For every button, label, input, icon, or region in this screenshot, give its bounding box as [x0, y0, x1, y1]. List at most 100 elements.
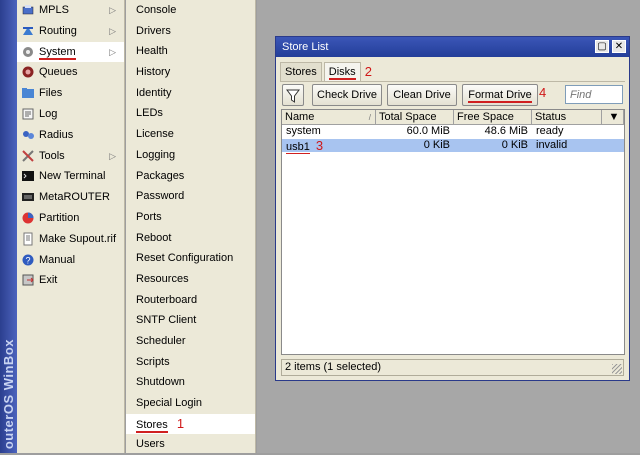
submenu-item-password[interactable]: Password — [126, 186, 255, 207]
terminal-icon — [21, 169, 35, 183]
exit-icon — [21, 273, 35, 287]
submenu-item-logging[interactable]: Logging — [126, 145, 255, 166]
submenu-item-drivers[interactable]: Drivers — [126, 21, 255, 42]
brand-text: outerOS WinBox — [1, 338, 16, 449]
menu-item-partition[interactable]: Partition — [17, 208, 124, 229]
filter-button[interactable] — [282, 84, 304, 106]
window-tabs: Stores Disks 2 — [280, 62, 372, 82]
menu-item-metarouter[interactable]: MetaROUTER — [17, 187, 124, 208]
queues-icon — [21, 65, 35, 79]
sort-icon: / — [368, 113, 371, 122]
tab-disks[interactable]: Disks — [323, 62, 361, 81]
metarouter-icon — [21, 190, 35, 204]
menu-item-files[interactable]: Files — [17, 83, 124, 104]
check-drive-button[interactable]: Check Drive — [312, 84, 382, 106]
store-list-window: Store List ▢ ✕ Stores Disks 2 Check Drive … — [275, 36, 630, 381]
help-icon: ? — [21, 253, 35, 267]
disks-table: Name / Total Space Free Space Status ▼ s… — [281, 109, 625, 355]
column-menu-icon[interactable]: ▼ — [602, 110, 624, 125]
cell-total-space: 0 KiB — [423, 138, 450, 151]
annotation-marker: 4 — [539, 85, 547, 100]
submenu-item-stores[interactable]: Stores 1 — [126, 413, 255, 435]
window-titlebar[interactable]: Store List ▢ ✕ — [276, 37, 629, 57]
menu-item-routing[interactable]: Routing ▷ — [17, 21, 124, 42]
submenu-item-scripts[interactable]: Scripts — [126, 352, 255, 373]
table-row[interactable]: usb1 3 0 KiB 0 KiB invalid — [282, 138, 624, 154]
submenu-item-leds[interactable]: LEDs — [126, 103, 255, 124]
submenu-item-reset-configuration[interactable]: Reset Configuration — [126, 248, 255, 269]
main-menu: MPLS ▷ Routing ▷ System ▷ Queues Files L… — [17, 0, 125, 453]
menu-item-exit[interactable]: Exit — [17, 270, 124, 291]
brand-strip: outerOS WinBox — [0, 0, 17, 453]
cell-free-space: 48.6 MiB — [484, 125, 528, 137]
column-header-total-space[interactable]: Total Space — [376, 110, 454, 125]
submenu-item-console[interactable]: Console — [126, 0, 255, 21]
submenu-item-resources[interactable]: Resources — [126, 269, 255, 290]
status-text: 2 items (1 selected) — [285, 361, 381, 373]
format-drive-button[interactable]: Format Drive — [462, 84, 538, 106]
submenu-item-ports[interactable]: Ports — [126, 207, 255, 228]
submenu-item-routerboard[interactable]: Routerboard — [126, 290, 255, 311]
menu-item-system[interactable]: System ▷ — [17, 41, 124, 63]
maximize-icon[interactable]: ▢ — [595, 40, 609, 53]
toolbar: Check Drive Clean Drive Format Drive 4 — [280, 84, 625, 108]
submenu-arrow-icon: ▷ — [109, 46, 116, 57]
table-header: Name / Total Space Free Space Status ▼ — [282, 110, 624, 125]
submenu-arrow-icon: ▷ — [109, 25, 116, 36]
cell-status: invalid — [536, 138, 568, 151]
column-header-status[interactable]: Status — [532, 110, 602, 125]
submenu-item-sntp-client[interactable]: SNTP Client — [126, 310, 255, 331]
annotation-marker: 2 — [364, 64, 372, 79]
window-title: Store List — [282, 41, 329, 53]
close-icon[interactable]: ✕ — [612, 40, 626, 53]
submenu-item-scheduler[interactable]: Scheduler — [126, 331, 255, 352]
gear-icon — [21, 45, 35, 59]
menu-item-tools[interactable]: Tools ▷ — [17, 146, 124, 167]
submenu-arrow-icon: ▷ — [109, 5, 116, 15]
resize-grip-icon[interactable] — [612, 364, 622, 374]
submenu-item-identity[interactable]: Identity — [126, 83, 255, 104]
mpls-icon — [21, 3, 35, 17]
submenu-item-packages[interactable]: Packages — [126, 166, 255, 187]
radius-icon — [21, 128, 35, 142]
column-header-free-space[interactable]: Free Space — [454, 110, 532, 125]
folder-icon — [21, 86, 35, 100]
cell-name: system — [286, 125, 321, 137]
column-header-name[interactable]: Name / — [282, 110, 376, 125]
submenu-item-users[interactable]: Users — [126, 434, 255, 455]
tab-divider — [280, 81, 625, 82]
submenu-item-history[interactable]: History — [126, 62, 255, 83]
table-row[interactable]: system 60.0 MiB 48.6 MiB ready — [282, 125, 624, 139]
cell-name: usb1 3 — [286, 138, 324, 154]
menu-item-queues[interactable]: Queues — [17, 62, 124, 83]
cell-total-space: 60.0 MiB — [406, 125, 450, 137]
tools-icon — [21, 149, 35, 163]
svg-text:?: ? — [25, 255, 30, 265]
submenu-item-special-login[interactable]: Special Login — [126, 393, 255, 414]
menu-item-make-supout[interactable]: Make Supout.rif — [17, 229, 124, 250]
annotation-marker: 1 — [176, 415, 185, 431]
menu-item-log[interactable]: Log — [17, 104, 124, 125]
routing-icon — [21, 24, 35, 38]
filter-icon — [286, 89, 300, 103]
tab-stores[interactable]: Stores — [280, 62, 322, 81]
annotation-marker: 3 — [315, 138, 324, 153]
cell-free-space: 0 KiB — [501, 138, 528, 151]
clean-drive-button[interactable]: Clean Drive — [387, 84, 457, 106]
partition-icon — [21, 211, 35, 225]
supout-icon — [21, 232, 35, 246]
cell-status: ready — [536, 125, 564, 137]
menu-item-mpls[interactable]: MPLS ▷ — [17, 0, 124, 21]
submenu-item-health[interactable]: Health — [126, 41, 255, 62]
menu-item-manual[interactable]: ? Manual — [17, 250, 124, 271]
submenu-item-license[interactable]: License — [126, 124, 255, 145]
system-submenu: Console Drivers Health History Identity … — [126, 0, 256, 453]
submenu-item-shutdown[interactable]: Shutdown — [126, 372, 255, 393]
log-icon — [21, 107, 35, 121]
status-bar: 2 items (1 selected) — [281, 359, 624, 376]
submenu-arrow-icon: ▷ — [109, 150, 116, 161]
menu-item-radius[interactable]: Radius — [17, 125, 124, 146]
menu-item-new-terminal[interactable]: New Terminal — [17, 166, 124, 187]
find-input[interactable] — [565, 85, 623, 104]
submenu-item-reboot[interactable]: Reboot — [126, 228, 255, 249]
